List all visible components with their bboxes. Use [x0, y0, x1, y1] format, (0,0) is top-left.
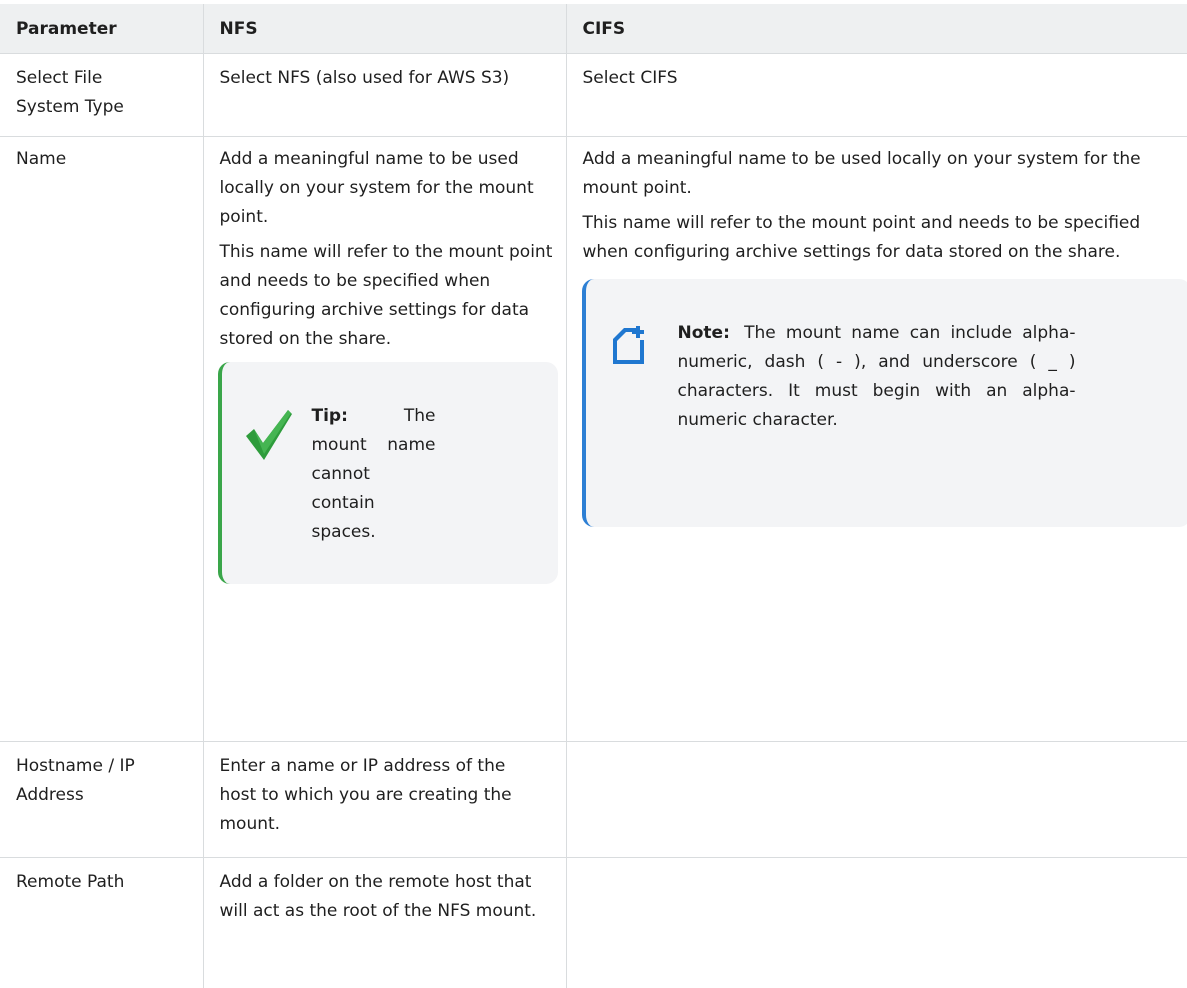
cifs-name-paragraph: Add a meaningful name to be used locally…	[583, 145, 1180, 203]
param-cell: Remote Path	[0, 858, 203, 988]
table-row: Hostname / IP Address Enter a name or IP…	[0, 742, 1187, 858]
cifs-cell: Select CIFS	[566, 54, 1187, 137]
tip-body: The mount name cannot contain spaces.	[312, 406, 436, 542]
header-cifs: CIFS	[566, 4, 1187, 54]
cifs-cell	[566, 742, 1187, 858]
nfs-name-paragraph: Add a meaningful name to be used locally…	[220, 145, 554, 232]
cifs-cell	[566, 858, 1187, 988]
nfs-cell: Select NFS (also used for AWS S3)	[203, 54, 566, 137]
table-row: Select File System Type Select NFS (also…	[0, 54, 1187, 137]
param-cell: Select File System Type	[0, 54, 203, 137]
table-header-row: Parameter NFS CIFS	[0, 4, 1187, 54]
header-nfs: NFS	[203, 4, 566, 54]
checkmark-icon	[244, 406, 294, 472]
nfs-cell: Enter a name or IP address of the host t…	[203, 742, 566, 858]
tip-text: Tip: The mount name cannot contain space…	[312, 402, 436, 547]
table-row: Remote Path Add a folder on the remote h…	[0, 858, 1187, 988]
cifs-name-paragraph: This name will refer to the mount point …	[583, 209, 1180, 267]
tip-label: Tip:	[312, 406, 348, 426]
note-icon	[610, 323, 650, 375]
cifs-cell: Add a meaningful name to be used locally…	[566, 137, 1187, 742]
tip-callout: Tip: The mount name cannot contain space…	[218, 362, 558, 584]
note-text: Note: The mount name can include alpha- …	[678, 319, 1076, 435]
parameters-table: Parameter NFS CIFS Select File System Ty…	[0, 4, 1187, 988]
param-cell: Hostname / IP Address	[0, 742, 203, 858]
param-cell: Name	[0, 137, 203, 742]
nfs-name-paragraph: This name will refer to the mount point …	[220, 238, 554, 354]
nfs-cell: Add a meaningful name to be used locally…	[203, 137, 566, 742]
note-callout: Note: The mount name can include alpha- …	[582, 279, 1187, 527]
table-row: Name Add a meaningful name to be used lo…	[0, 137, 1187, 742]
header-parameter: Parameter	[0, 4, 203, 54]
note-label: Note:	[678, 323, 730, 343]
note-body: The mount name can include alpha- numeri…	[678, 323, 1076, 430]
nfs-cell: Add a folder on the remote host that wil…	[203, 858, 566, 988]
